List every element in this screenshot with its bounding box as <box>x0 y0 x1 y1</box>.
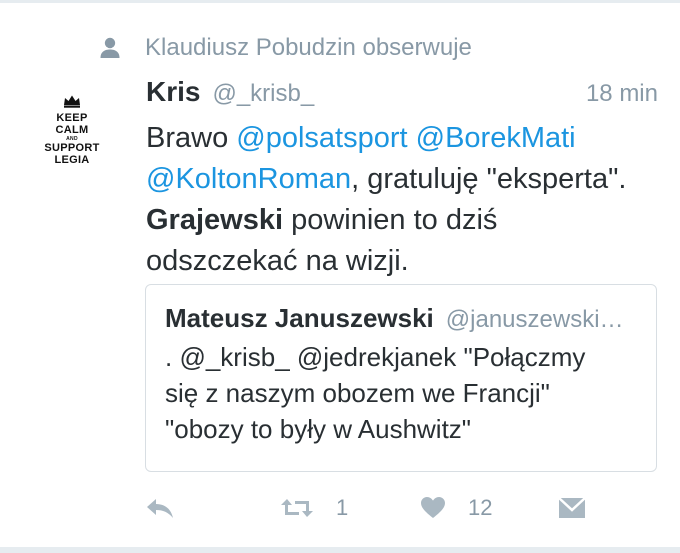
quoted-author-handle: @januszewskimateusz <box>445 306 635 333</box>
envelope-icon <box>558 497 586 518</box>
quoted-tweet-card[interactable]: Mateusz Januszewski @januszewskimateusz … <box>145 284 657 472</box>
social-context: Klaudiusz Pobudzin obserwuje <box>97 32 472 64</box>
tweet-line-1: Brawo @polsatsport @BorekMati <box>146 118 658 159</box>
tweet-text: Brawo @polsatsport @BorekMati @KoltonRom… <box>146 118 658 282</box>
mention-borekmati[interactable]: @BorekMati <box>416 122 576 154</box>
person-icon <box>97 35 123 61</box>
tweet-line-2: @KoltonRoman, gratuluję "eksperta". <box>146 159 658 200</box>
reply-icon <box>147 499 173 518</box>
mention-polsatsport[interactable]: @polsatsport <box>236 122 407 154</box>
tweet-line-3: Grajewski powinien to dziś <box>146 200 658 241</box>
retweet-icon <box>281 499 313 517</box>
mention-koltonroman[interactable]: @KoltonRoman <box>146 163 351 195</box>
social-context-text: Klaudiusz Pobudzin obserwuje <box>145 34 472 61</box>
avatar[interactable]: KEEP CALM AND SUPPORT LEGIA <box>24 82 120 178</box>
avatar-text-keep: KEEP <box>56 112 88 124</box>
quoted-line-2: się z naszym obozem we Francji" <box>165 378 550 408</box>
top-divider <box>0 0 680 3</box>
quoted-author-name: Mateusz Januszewski <box>165 303 434 333</box>
tweet-bold-name: Grajewski <box>146 204 284 236</box>
tweet-timestamp[interactable]: 18 min <box>586 80 658 108</box>
retweet-button[interactable]: 1 <box>280 490 348 526</box>
tweet-text-segment <box>408 122 416 154</box>
tweet-header: Kris @_krisb_ 18 min <box>146 76 658 114</box>
avatar-text-legia: LEGIA <box>54 154 90 166</box>
like-button[interactable]: 12 <box>420 490 492 526</box>
like-count: 12 <box>468 495 493 520</box>
author-handle[interactable]: @_krisb_ <box>212 80 314 108</box>
quoted-line-1: . @_krisb_ @jedrekjanek "Połączmy <box>165 342 586 372</box>
retweet-count: 1 <box>336 495 349 520</box>
tweet-text-segment: powinien to dziś <box>283 204 498 236</box>
reply-button[interactable] <box>145 490 175 526</box>
author-name[interactable]: Kris <box>146 76 200 108</box>
bottom-divider <box>0 547 680 553</box>
crown-icon <box>64 95 80 108</box>
tweet-text-segment: Brawo <box>146 122 237 154</box>
quoted-tweet-text: . @_krisb_ @jedrekjanek "Połączmy się z … <box>165 339 645 447</box>
tweet-actions: 1 12 <box>145 490 665 526</box>
avatar-text-calm: CALM <box>55 124 89 136</box>
quoted-tweet-header: Mateusz Januszewski @januszewskimateusz <box>165 303 635 334</box>
tweet-line-4: odszczekać na wizji. <box>146 245 409 277</box>
direct-message-button[interactable] <box>558 490 586 526</box>
tweet-text-segment: , gratuluję "eksperta". <box>351 163 627 195</box>
heart-icon <box>421 497 445 518</box>
quoted-line-3: "obozy to były w Aushwitz" <box>165 414 472 444</box>
avatar-text-support: SUPPORT <box>44 142 100 154</box>
